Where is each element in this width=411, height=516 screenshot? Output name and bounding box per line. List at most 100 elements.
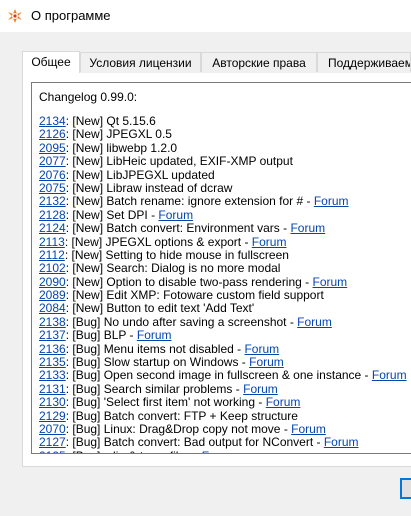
list-item: 2125: [Bug] .clip & temp files - Forum: [39, 449, 411, 453]
forum-link[interactable]: Forum: [158, 208, 193, 222]
issue-link[interactable]: 2084: [39, 301, 66, 315]
forum-link[interactable]: Forum: [137, 328, 172, 342]
tab-general[interactable]: Общее: [22, 51, 80, 73]
tab-copyright[interactable]: Авторские права: [201, 52, 317, 72]
title-bar: О программе: [0, 0, 411, 32]
entry-text: : [New] LibHeic updated, EXIF-XMP output: [65, 154, 293, 169]
forum-link[interactable]: Forum: [244, 342, 279, 356]
xnview-app-icon[interactable]: [7, 8, 23, 24]
forum-link[interactable]: Forum: [252, 235, 287, 249]
list-item: 2084: [New] Button to edit text 'Add Tex…: [39, 302, 411, 315]
issue-link[interactable]: 2089: [39, 288, 66, 302]
forum-link[interactable]: Forum: [314, 194, 349, 208]
forum-link[interactable]: Forum: [297, 315, 332, 329]
changelog-list: 2134: [New] Qt 5.15.6 2126: [New] JPEGXL …: [39, 114, 411, 453]
entry-text: : [New] Search: Dialog is no more modal: [65, 261, 281, 276]
tab-label: Условия лицензии: [89, 56, 192, 70]
entry-text: : [New] Batch rename: ignore extension f…: [65, 194, 314, 209]
list-item: 2133: [Bug] Open second image in fullscr…: [39, 369, 411, 382]
issue-link[interactable]: 2134: [39, 114, 66, 128]
tab-label: Авторские права: [212, 56, 306, 70]
forum-link[interactable]: Forum: [249, 355, 284, 369]
list-item: 2135: [Bug] Slow startup on Windows - Fo…: [39, 355, 411, 370]
entry-text: : [New] Edit XMP: Fotoware custom field …: [65, 288, 324, 303]
list-item: 2077: [New] LibHeic updated, EXIF-XMP ou…: [39, 154, 411, 169]
issue-link[interactable]: 2128: [39, 208, 66, 222]
issue-link[interactable]: 2112: [39, 248, 65, 262]
issue-link[interactable]: 2131: [39, 382, 66, 396]
ok-button[interactable]: [400, 478, 411, 499]
tab-label: Поддерживаем: [328, 56, 411, 70]
forum-link[interactable]: Forum: [313, 275, 348, 289]
tab-license[interactable]: Условия лицензии: [80, 52, 201, 72]
issue-link[interactable]: 2137: [39, 328, 66, 342]
entry-text: : [New] Option to disable two-pass rende…: [65, 274, 313, 289]
tab-label: Общее: [31, 55, 71, 69]
issue-link[interactable]: 2075: [39, 181, 66, 195]
list-item: 2138: [Bug] No undo after saving a scree…: [39, 314, 411, 329]
entry-text: : [Bug] 'Select first item' not working …: [65, 395, 266, 410]
issue-link[interactable]: 2102: [39, 261, 66, 275]
entry-text: : [New] libwebp 1.2.0: [65, 140, 178, 155]
list-item: 2095: [New] libwebp 1.2.0: [39, 140, 411, 155]
changelog-textbox[interactable]: Changelog 0.99.0: 2134: [New] Qt 5.15.6 2…: [31, 82, 411, 454]
entry-text: : [New] Libraw instead of dcraw: [65, 180, 233, 195]
list-item: 2089: [New] Edit XMP: Fotoware custom fi…: [39, 288, 411, 303]
list-item: 2130: [Bug] 'Select first item' not work…: [39, 396, 411, 409]
issue-link[interactable]: 2127: [39, 435, 66, 449]
entry-text: : [Bug] Slow startup on Windows -: [65, 355, 250, 370]
issue-link[interactable]: 2136: [39, 342, 66, 356]
list-item: 2070: [Bug] Linux: Drag&Drop copy not mo…: [39, 421, 411, 436]
issue-link[interactable]: 2133: [39, 368, 66, 382]
tab-strip: Общее Условия лицензии Авторские права П…: [22, 51, 411, 74]
issue-link[interactable]: 2129: [39, 409, 66, 423]
issue-link[interactable]: 2090: [39, 275, 66, 289]
entry-text: : [New] Button to edit text 'Add Text': [65, 301, 255, 316]
issue-link[interactable]: 2130: [39, 395, 66, 409]
issue-link[interactable]: 2132: [39, 194, 66, 208]
forum-link[interactable]: Forum: [290, 221, 325, 235]
list-item: 2075: [New] Libraw instead of dcraw: [39, 180, 411, 195]
issue-link[interactable]: 2124: [39, 221, 66, 235]
tab-supported[interactable]: Поддерживаем: [317, 52, 411, 72]
entry-text: : [New] JPEGXL options & export -: [64, 234, 252, 249]
issue-link[interactable]: 2077: [39, 154, 66, 168]
list-item: 2128: [New] Set DPI - Forum: [39, 207, 411, 222]
list-item: 2113: [New] JPEGXL options & export - Fo…: [39, 234, 411, 249]
entry-text: : [Bug] .clip & temp files -: [66, 449, 202, 453]
issue-link[interactable]: 2138: [39, 315, 66, 329]
issue-link[interactable]: 2125: [39, 449, 66, 453]
issue-link[interactable]: 2095: [39, 141, 66, 155]
list-item: 2129: [Bug] Batch convert: FTP + Keep st…: [39, 409, 411, 423]
issue-link[interactable]: 2126: [39, 127, 66, 141]
list-item: 2102: [New] Search: Dialog is no more mo…: [39, 262, 411, 275]
forum-link[interactable]: Forum: [202, 449, 237, 453]
entry-text: : [New] Set DPI -: [65, 207, 159, 222]
entry-text: : [Bug] Linux: Drag&Drop copy not move -: [65, 421, 292, 436]
entry-text: : [Bug] BLP -: [65, 328, 137, 343]
issue-link[interactable]: 2113: [39, 235, 65, 249]
forum-link[interactable]: Forum: [243, 382, 278, 396]
list-item: 2136: [Bug] Menu items not disabled - Fo…: [39, 342, 411, 356]
list-item: 2124: [New] Batch convert: Environment v…: [39, 221, 411, 236]
entry-text: : [Bug] No undo after saving a screensho…: [65, 314, 298, 329]
entry-text: : [New] Qt 5.15.6: [65, 114, 156, 128]
entry-text: : [New] LibJPEGXL updated: [65, 167, 215, 182]
entry-text: : [Bug] Batch convert: Bad output for NC…: [65, 435, 324, 450]
list-item: 2112: [New] Setting to hide mouse in ful…: [39, 248, 411, 262]
forum-link[interactable]: Forum: [266, 395, 301, 409]
entry-text: : [Bug] Open second image in fullscreen …: [65, 368, 372, 383]
entry-text: : [New] Batch convert: Environment vars …: [65, 221, 291, 236]
changelog-title: Changelog 0.99.0:: [39, 90, 138, 104]
issue-link[interactable]: 2070: [39, 422, 66, 436]
entry-text: : [New] JPEGXL 0.5: [65, 127, 172, 142]
issue-link[interactable]: 2135: [39, 355, 66, 369]
issue-link[interactable]: 2076: [39, 168, 66, 182]
list-item: 2137: [Bug] BLP - Forum: [39, 329, 411, 342]
list-item: 2076: [New] LibJPEGXL updated: [39, 167, 411, 182]
list-item: 2131: [Bug] Search similar problems - Fo…: [39, 382, 411, 396]
window-title: О программе: [31, 8, 111, 23]
forum-link[interactable]: Forum: [324, 435, 359, 449]
forum-link[interactable]: Forum: [291, 422, 326, 436]
forum-link[interactable]: Forum: [372, 368, 407, 382]
